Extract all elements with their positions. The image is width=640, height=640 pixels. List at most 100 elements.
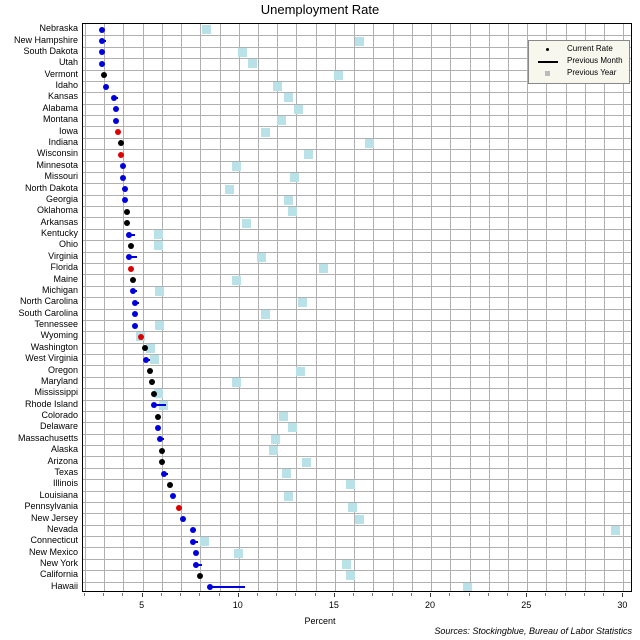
- gridline-vertical: [334, 24, 336, 591]
- current-rate-marker: [112, 106, 119, 113]
- previous-year-marker: [149, 355, 159, 365]
- y-axis-tick-label: Utah: [58, 57, 78, 68]
- y-axis-tick-label: Nevada: [46, 523, 78, 534]
- current-rate-marker: [131, 322, 138, 329]
- y-axis-tick-label: Iowa: [58, 125, 78, 136]
- previous-year-marker: [345, 480, 355, 490]
- gridline-vertical: [584, 24, 586, 591]
- legend: Current Rate Previous Month Previous Yea…: [528, 40, 630, 84]
- gridline-vertical: [546, 24, 548, 591]
- x-axis-tick-label: 5: [139, 600, 145, 610]
- x-axis-tick: [353, 593, 355, 596]
- y-axis-tick-label: Montana: [42, 114, 78, 125]
- previous-year-marker: [347, 503, 357, 513]
- current-rate-marker: [189, 527, 196, 534]
- gridline-horizontal: [83, 137, 631, 139]
- previous-year-marker: [284, 195, 294, 205]
- current-rate-marker: [124, 220, 131, 227]
- gridline-vertical: [123, 24, 125, 591]
- y-axis-tick-label: Mississippi: [34, 387, 78, 398]
- previous-year-marker: [224, 184, 234, 194]
- gridline-horizontal: [83, 536, 631, 538]
- current-rate-marker: [124, 208, 131, 215]
- y-axis-tick-label: Alaska: [50, 444, 78, 455]
- gridline-vertical: [84, 24, 86, 591]
- gridline-horizontal: [83, 479, 631, 481]
- previous-year-marker: [288, 207, 298, 217]
- y-axis-tick-label: Maryland: [40, 375, 78, 386]
- previous-year-marker: [247, 59, 257, 69]
- gridline-horizontal: [83, 342, 631, 344]
- gridline-horizontal: [83, 501, 631, 503]
- x-axis-tick-label: 10: [232, 600, 243, 610]
- x-axis-tick: [103, 593, 105, 596]
- y-axis-tick-label: New Hampshire: [13, 34, 78, 45]
- line-marker-icon: [533, 55, 563, 67]
- gridline-horizontal: [83, 262, 631, 264]
- gridline-horizontal: [83, 388, 631, 390]
- current-rate-marker: [99, 26, 106, 33]
- previous-year-marker: [365, 138, 375, 148]
- current-rate-marker: [120, 174, 127, 181]
- gridline-horizontal: [83, 206, 631, 208]
- gridline-vertical: [104, 24, 106, 591]
- gridline-horizontal: [83, 149, 631, 151]
- x-axis-tick-major: [333, 593, 335, 597]
- current-rate-marker: [131, 299, 138, 306]
- current-rate-marker: [197, 572, 204, 579]
- x-axis-tick: [372, 593, 374, 596]
- previous-year-marker: [276, 116, 286, 126]
- y-axis-tick-label: Colorado: [41, 410, 78, 421]
- previous-year-marker: [288, 423, 298, 433]
- current-rate-marker: [189, 538, 196, 545]
- x-axis-tick: [83, 593, 85, 596]
- y-axis-tick-label: Florida: [50, 262, 78, 273]
- current-rate-marker: [158, 447, 165, 454]
- y-axis-tick-label: South Carolina: [18, 307, 78, 318]
- previous-year-marker: [155, 321, 165, 331]
- x-axis-tick: [410, 593, 412, 596]
- gridline-horizontal: [83, 354, 631, 356]
- gridline-horizontal: [83, 274, 631, 276]
- current-rate-marker: [120, 163, 127, 170]
- x-axis-tick-major: [430, 593, 432, 597]
- x-axis-tick: [218, 593, 220, 596]
- y-axis-tick-label: Texas: [54, 467, 78, 477]
- gridline-vertical: [450, 24, 452, 591]
- previous-year-marker: [284, 491, 294, 501]
- gridline-vertical: [315, 24, 317, 591]
- gridline-horizontal: [83, 228, 631, 230]
- current-rate-marker: [101, 72, 108, 79]
- y-axis-tick-label: Illinois: [52, 478, 78, 489]
- y-axis-tick-label: Rhode Island: [24, 398, 78, 409]
- x-axis-tick-label: 15: [328, 600, 339, 610]
- x-axis-title: Percent: [304, 616, 336, 626]
- previous-year-marker: [334, 70, 344, 80]
- y-axis-tick-label: South Dakota: [23, 45, 78, 56]
- current-rate-marker: [149, 379, 156, 386]
- current-rate-marker: [112, 117, 119, 124]
- previous-year-marker: [234, 548, 244, 558]
- gridline-horizontal: [83, 467, 631, 469]
- y-axis-tick-label: Ohio: [58, 239, 78, 250]
- current-rate-marker: [110, 94, 117, 101]
- gridline-horizontal: [83, 126, 631, 128]
- y-axis-tick-label: Hawaii: [50, 580, 78, 591]
- gridline-vertical: [258, 24, 259, 591]
- x-axis-tick-major: [141, 593, 143, 597]
- gridline-horizontal: [83, 103, 631, 105]
- x-axis-tick: [583, 593, 585, 596]
- y-axis-tick-label: North Carolina: [19, 296, 78, 307]
- x-axis-tick: [507, 593, 508, 596]
- chart-title: Unemployment Rate: [260, 2, 380, 17]
- previous-year-marker: [232, 377, 242, 387]
- y-axis-tick-label: Georgia: [45, 193, 78, 204]
- current-rate-marker: [158, 459, 165, 466]
- current-rate-marker: [114, 129, 121, 136]
- x-axis-tick: [199, 593, 201, 596]
- gridline-horizontal: [83, 433, 631, 435]
- y-axis-tick-label: Michigan: [41, 284, 78, 295]
- previous-year-marker: [199, 537, 209, 547]
- current-rate-marker: [176, 504, 183, 511]
- gridline-horizontal: [83, 570, 631, 572]
